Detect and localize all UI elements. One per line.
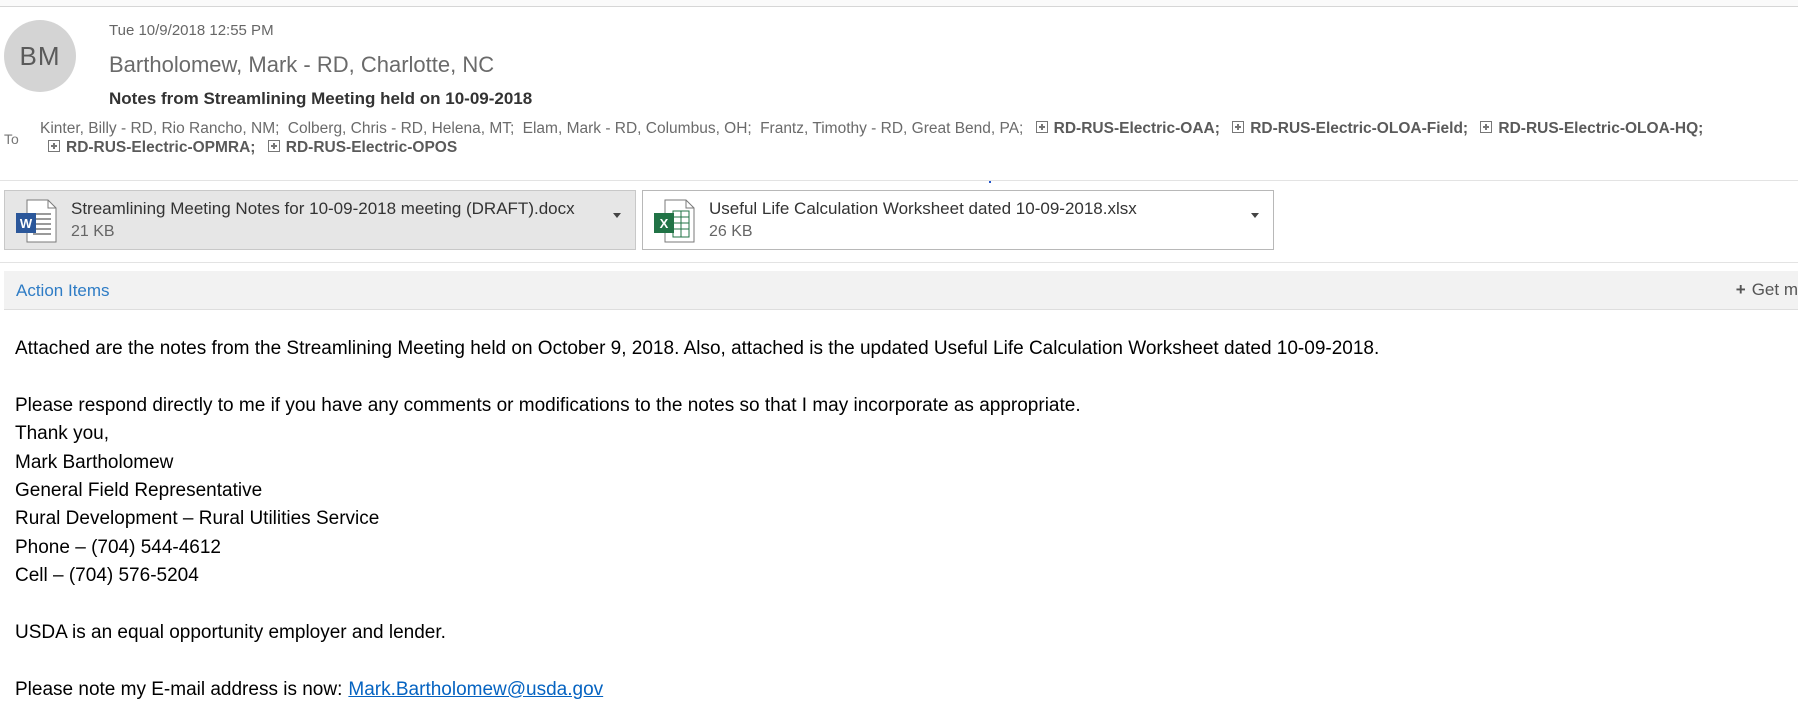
attachment-name: Streamlining Meeting Notes for 10-09-201… [71, 199, 575, 218]
to-label: To [4, 131, 19, 147]
svg-text:W: W [20, 216, 33, 231]
action-items-bar: Action Items + Get m [4, 271, 1798, 310]
svg-text:X: X [660, 216, 669, 231]
avatar[interactable]: BM [4, 20, 76, 92]
signature-title: General Field Representative [15, 480, 263, 502]
recipient-group[interactable]: RD-RUS-Electric-OLOA-HQ; [1498, 120, 1703, 137]
equal-opportunity-statement: USDA is an equal opportunity employer an… [15, 622, 446, 644]
marker-dot [989, 181, 991, 183]
recipient-item[interactable]: Kinter, Billy - RD, Rio Rancho, NM; [40, 120, 279, 137]
signature-org: Rural Development – Rural Utilities Serv… [15, 508, 380, 530]
signature-thanks: Thank you, [15, 423, 109, 445]
divider [0, 180, 1798, 181]
expand-group-icon[interactable] [1232, 121, 1245, 133]
recipient-group[interactable]: RD-RUS-Electric-OAA; [1054, 120, 1220, 137]
email-subject: Notes from Streamlining Meeting held on … [109, 89, 533, 108]
plus-icon: + [1735, 280, 1746, 299]
divider [0, 262, 1798, 263]
recipient-item[interactable]: Colberg, Chris - RD, Helena, MT; [288, 120, 515, 137]
email-link[interactable]: Mark.Bartholomew@usda.gov [348, 679, 603, 700]
action-items-link[interactable]: Action Items [16, 281, 110, 301]
top-border [0, 0, 1798, 7]
expand-group-icon[interactable] [1035, 121, 1048, 133]
attachment-size: 21 KB [71, 223, 115, 240]
email-note: Please note my E-mail address is now: Mar… [15, 676, 1775, 704]
signature-cell: Cell – (704) 576-5204 [15, 565, 199, 587]
sent-timestamp: Tue 10/9/2018 12:55 PM [109, 22, 274, 39]
avatar-initials: BM [19, 40, 61, 71]
email-note-text: Please note my E-mail address is now: [15, 678, 343, 700]
recipient-item[interactable]: Frantz, Timothy - RD, Great Bend, PA; [760, 120, 1023, 137]
expand-group-icon[interactable] [267, 140, 280, 152]
recipient-list: Kinter, Billy - RD, Rio Rancho, NM; Colb… [40, 119, 1780, 157]
signature-name: Mark Bartholomew [15, 451, 174, 473]
recipient-item[interactable]: Elam, Mark - RD, Columbus, OH; [523, 120, 752, 137]
attachment-size: 26 KB [709, 223, 753, 240]
excel-doc-icon: X [654, 199, 695, 243]
chevron-down-icon[interactable] [613, 213, 621, 218]
signature-phone: Phone – (704) 544-4612 [15, 536, 221, 558]
body-paragraph: Please respond directly to me if you hav… [15, 394, 1081, 416]
body-paragraph: Attached are the notes from the Streamli… [15, 338, 1380, 359]
expand-group-icon[interactable] [1480, 121, 1493, 133]
expand-group-icon[interactable] [48, 140, 60, 152]
attachment-xlsx[interactable]: X Useful Life Calculation Worksheet date… [642, 190, 1274, 250]
word-doc-icon: W [16, 199, 57, 243]
recipient-group[interactable]: RD-RUS-Electric-OPMRA; [66, 139, 255, 156]
recipient-group[interactable]: RD-RUS-Electric-OLOA-Field; [1250, 120, 1468, 137]
get-more-addins-button[interactable]: + Get m [1736, 280, 1798, 300]
get-more-label: Get m [1751, 280, 1798, 299]
recipient-group[interactable]: RD-RUS-Electric-OPOS [286, 139, 457, 156]
sender-name[interactable]: Bartholomew, Mark - RD, Charlotte, NC [109, 52, 494, 78]
chevron-down-icon[interactable] [1251, 213, 1259, 218]
message-body: Attached are the notes from the Streamli… [15, 335, 1775, 704]
attachment-name: Useful Life Calculation Worksheet dated … [709, 199, 1137, 218]
attachment-docx[interactable]: W Streamlining Meeting Notes for 10-09-2… [4, 190, 636, 250]
